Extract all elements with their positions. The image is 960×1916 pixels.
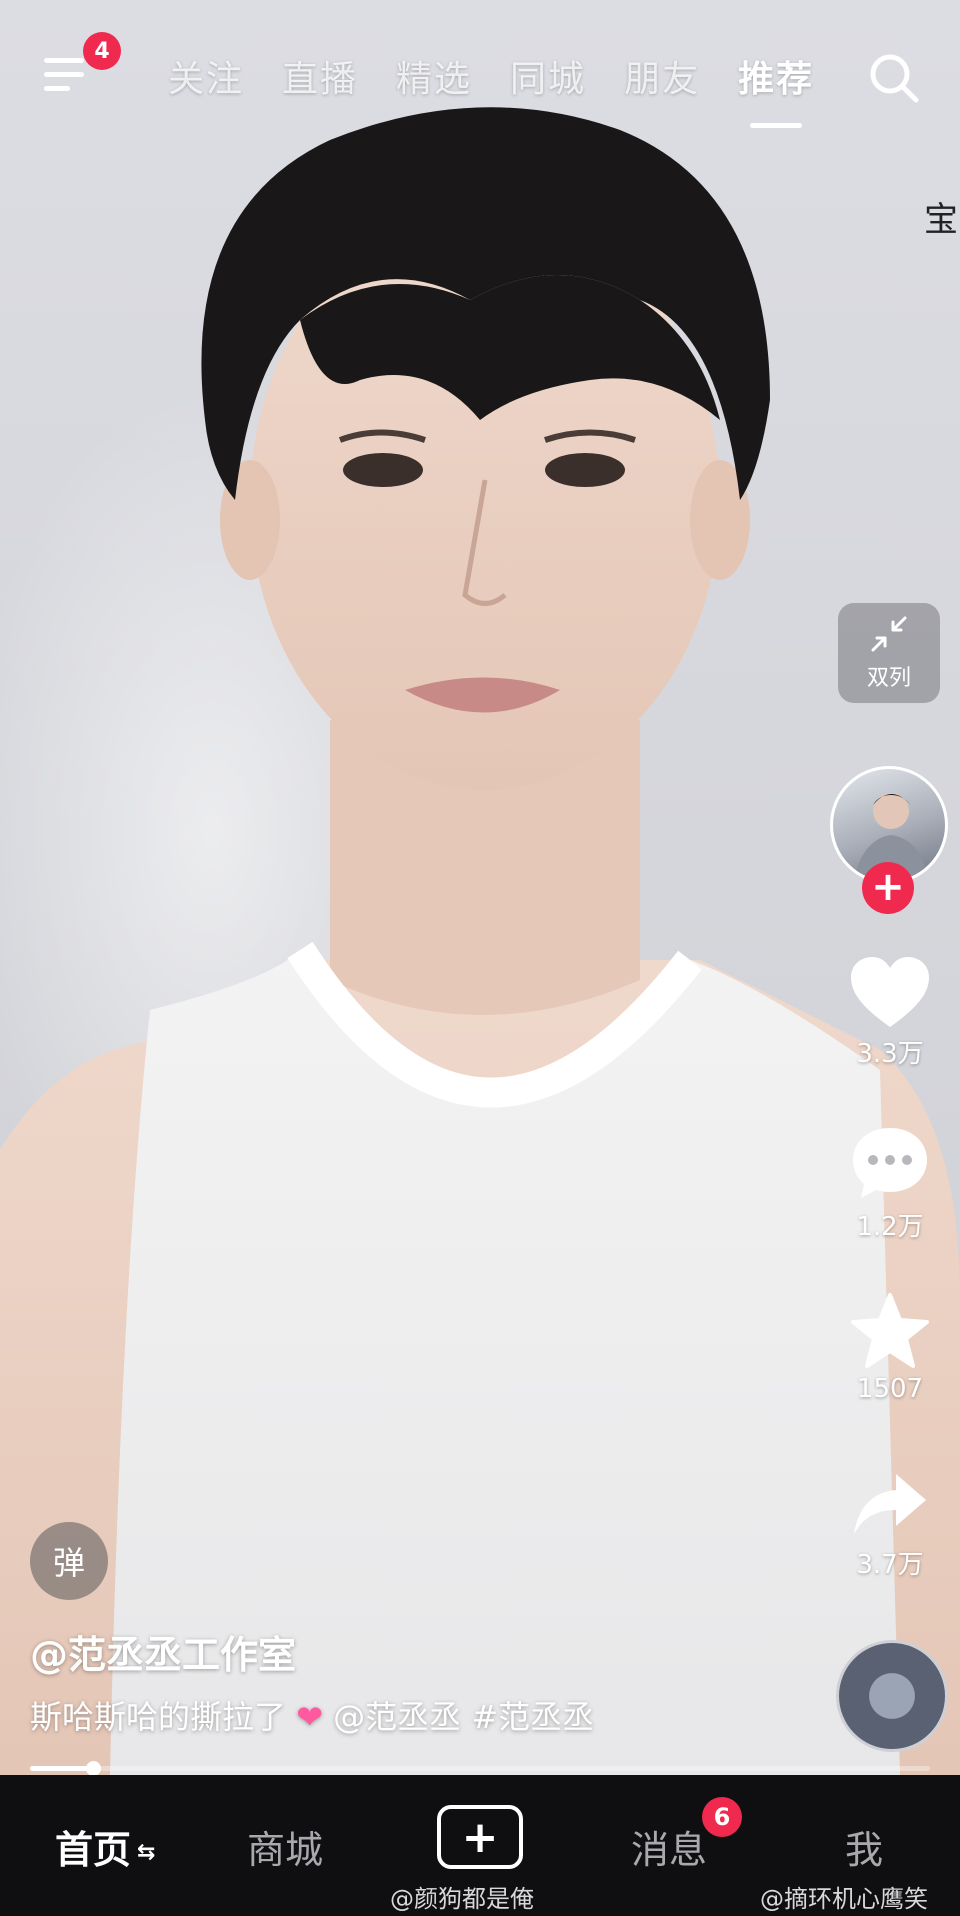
top-nav: 4 关注 直播 精选 同城 朋友 推荐 xyxy=(0,0,960,150)
feed-tabs: 关注 直播 精选 同城 朋友 推荐 xyxy=(168,50,852,128)
nav-mall[interactable]: 商城 xyxy=(247,1819,323,1874)
progress-fill xyxy=(30,1766,93,1771)
like-count: 3.3万 xyxy=(856,1039,924,1069)
nav-messages[interactable]: 消息 xyxy=(631,1819,707,1874)
music-disc-icon[interactable] xyxy=(836,1640,948,1752)
heart-icon xyxy=(851,957,929,1027)
video-stage[interactable] xyxy=(0,0,960,1775)
comment-icon xyxy=(853,1128,927,1198)
dual-column-button[interactable]: 双列 xyxy=(838,603,940,703)
nav-me[interactable]: 我 xyxy=(845,1819,883,1874)
video-progress-bar[interactable] xyxy=(30,1761,930,1776)
watermark-left: @颜狗都是俺 xyxy=(390,1885,534,1913)
progress-knob[interactable] xyxy=(86,1761,101,1776)
collapse-arrows-icon xyxy=(871,616,907,652)
watermark-right: @摘环机心鹰笑 xyxy=(760,1885,928,1913)
nav-home[interactable]: 首页 ⇆ xyxy=(55,1819,155,1874)
pink-heart-icon: ❤ xyxy=(296,1698,323,1736)
author-name[interactable]: @范丞丞工作室 xyxy=(30,1624,296,1679)
tab-live[interactable]: 直播 xyxy=(282,50,358,100)
video-caption: 斯哈斯哈的撕拉了 ❤ @范丞丞 #范丞丞 xyxy=(30,1692,594,1738)
tab-friends[interactable]: 朋友 xyxy=(624,50,700,100)
tab-local[interactable]: 同城 xyxy=(510,50,586,100)
caption-text: 斯哈斯哈的撕拉了 xyxy=(30,1698,287,1736)
danmaku-toggle[interactable]: 弹 xyxy=(30,1522,108,1600)
tab-recommended[interactable]: 推荐 xyxy=(738,50,814,128)
edge-text: 宝 xyxy=(924,200,958,240)
like-button[interactable]: 3.3万 xyxy=(832,955,948,1070)
creator-avatar-wrap[interactable]: + xyxy=(830,766,948,914)
messages-badge: 6 xyxy=(702,1797,742,1837)
caption-tags[interactable]: @范丞丞 #范丞丞 xyxy=(333,1698,594,1736)
bottom-nav: 首页 ⇆ 商城 + 消息 6 我 @颜狗都是俺 @摘环机心鹰笑 xyxy=(0,1775,960,1916)
swap-icon: ⇆ xyxy=(137,1840,156,1865)
share-arrow-icon xyxy=(854,1474,926,1534)
favorite-count: 1507 xyxy=(856,1374,924,1404)
menu-icon[interactable] xyxy=(40,50,90,100)
nav-home-label: 首页 xyxy=(55,1828,132,1872)
search-icon[interactable] xyxy=(866,50,922,106)
comment-button[interactable]: 1.2万 xyxy=(832,1124,948,1243)
star-icon xyxy=(851,1293,929,1368)
tab-following[interactable]: 关注 xyxy=(168,50,244,100)
follow-plus-button[interactable]: + xyxy=(862,862,914,914)
favorite-button[interactable]: 1507 xyxy=(832,1292,948,1404)
menu-badge: 4 xyxy=(83,32,121,70)
share-count: 3.7万 xyxy=(856,1550,924,1580)
create-plus-button[interactable]: + xyxy=(437,1805,523,1869)
video-frame-person xyxy=(0,107,960,1775)
dual-column-label: 双列 xyxy=(866,666,911,691)
tab-featured[interactable]: 精选 xyxy=(396,50,472,100)
share-button[interactable]: 3.7万 xyxy=(832,1470,948,1581)
comment-count: 1.2万 xyxy=(856,1212,924,1242)
